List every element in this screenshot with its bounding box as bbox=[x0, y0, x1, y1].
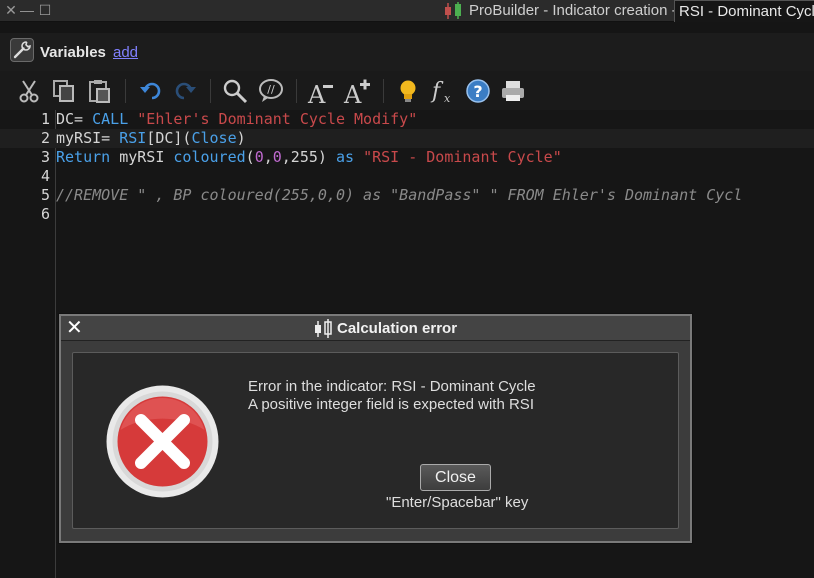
code-token: "Ehler's Dominant Cycle Modify" bbox=[137, 110, 418, 128]
code-line[interactable]: 5 //REMOVE " , BP coloured(255,0,0) as "B… bbox=[0, 186, 814, 205]
line-number: 3 bbox=[40, 148, 50, 166]
code-token: myRSI bbox=[119, 148, 174, 166]
code-token: Close bbox=[191, 129, 237, 147]
dialog-title: Calculation error bbox=[337, 320, 458, 337]
probuilder-candles-icon bbox=[313, 319, 335, 339]
code-line[interactable]: 4 bbox=[0, 167, 814, 186]
toolbar-separator bbox=[296, 79, 297, 103]
error-message-line1: Error in the indicator: RSI - Dominant C… bbox=[248, 378, 536, 395]
code-token: ) bbox=[236, 129, 246, 147]
code-token: CALL bbox=[92, 110, 138, 128]
line-number: 1 bbox=[40, 110, 50, 128]
code-text: //REMOVE " , BP coloured(255,0,0) as "Ba… bbox=[56, 186, 742, 205]
code-token: ,255) bbox=[281, 148, 336, 166]
calculation-error-dialog: ✕ Calculation error Error in the indicat… bbox=[59, 314, 692, 543]
line-number: 5 bbox=[40, 186, 50, 204]
code-token: , bbox=[263, 148, 273, 166]
code-token: ( bbox=[245, 148, 255, 166]
print-icon[interactable] bbox=[499, 77, 527, 105]
redo-icon[interactable] bbox=[171, 77, 199, 105]
variables-panel: Variables add bbox=[0, 33, 814, 71]
toolbar-separator bbox=[210, 79, 211, 103]
window-close-button[interactable]: ✕ bbox=[4, 2, 18, 18]
help-icon[interactable]: ? bbox=[464, 77, 492, 105]
copy-icon[interactable] bbox=[50, 77, 78, 105]
code-token: "RSI - Dominant Cycle" bbox=[363, 148, 562, 166]
editor-toolbar: // A A fx ? bbox=[0, 71, 814, 110]
toolbar-separator bbox=[125, 79, 126, 103]
code-text: myRSI= RSI[DC](Close) bbox=[56, 129, 246, 148]
dialog-close-icon[interactable]: ✕ bbox=[66, 318, 84, 338]
key-hint: "Enter/Spacebar" key bbox=[386, 494, 529, 511]
variables-label: Variables bbox=[40, 44, 106, 61]
svg-text:x: x bbox=[444, 92, 451, 105]
code-text: DC= CALL "Ehler's Dominant Cycle Modify" bbox=[56, 110, 417, 129]
wrench-icon[interactable] bbox=[10, 38, 34, 62]
window-maximize-button[interactable]: ☐ bbox=[38, 2, 52, 18]
code-token: Return bbox=[56, 148, 120, 166]
document-tab-label: RSI - Dominant Cycle bbox=[679, 3, 814, 20]
document-tab[interactable]: RSI - Dominant Cycle bbox=[674, 0, 814, 22]
toolbar-separator bbox=[383, 79, 384, 103]
code-line[interactable]: 2 myRSI= RSI[DC](Close) bbox=[0, 129, 814, 148]
close-button[interactable]: Close bbox=[420, 464, 491, 491]
code-token: coloured bbox=[173, 148, 246, 166]
code-token: 0 bbox=[254, 148, 264, 166]
cut-icon[interactable] bbox=[15, 77, 43, 105]
window-minimize-button[interactable]: — bbox=[20, 2, 34, 18]
svg-text:f: f bbox=[430, 79, 444, 104]
dialog-body: Error in the indicator: RSI - Dominant C… bbox=[72, 352, 679, 529]
function-icon[interactable]: fx bbox=[429, 77, 457, 105]
svg-text:A: A bbox=[343, 81, 362, 105]
lightbulb-icon[interactable] bbox=[394, 77, 422, 105]
decrease-font-icon[interactable]: A bbox=[306, 77, 334, 105]
window-titlebar: ✕ — ☐ ProBuilder - Indicator creation - … bbox=[0, 0, 814, 22]
comment-icon[interactable]: // bbox=[257, 77, 285, 105]
code-line[interactable]: 3 Return myRSI coloured(0,0,255) as "RSI … bbox=[0, 148, 814, 167]
increase-font-icon[interactable]: A bbox=[343, 77, 371, 105]
line-number: 6 bbox=[40, 205, 50, 223]
line-number: 4 bbox=[40, 167, 50, 185]
svg-text:A: A bbox=[307, 81, 326, 105]
code-token: RSI bbox=[119, 129, 147, 147]
code-token: DC= bbox=[56, 110, 93, 128]
add-variable-link[interactable]: add bbox=[113, 44, 138, 61]
code-token: myRSI= bbox=[56, 129, 120, 147]
probuilder-candles-icon bbox=[442, 2, 466, 20]
code-token: //REMOVE " , BP coloured(255,0,0) as "Ba… bbox=[56, 186, 743, 204]
error-icon bbox=[105, 384, 220, 499]
code-line[interactable]: 6 bbox=[0, 205, 814, 224]
code-text: Return myRSI coloured(0,0,255) as "RSI -… bbox=[56, 148, 562, 167]
line-number: 2 bbox=[40, 129, 50, 147]
code-token: [DC]( bbox=[146, 129, 192, 147]
code-token: 0 bbox=[272, 148, 282, 166]
code-token: as bbox=[335, 148, 364, 166]
dialog-titlebar: ✕ Calculation error bbox=[61, 316, 690, 341]
code-line[interactable]: 1 DC= CALL "Ehler's Dominant Cycle Modify… bbox=[0, 110, 814, 129]
paste-icon[interactable] bbox=[85, 77, 113, 105]
undo-icon[interactable] bbox=[137, 77, 165, 105]
search-icon[interactable] bbox=[221, 77, 249, 105]
window-title: ProBuilder - Indicator creation - bbox=[469, 2, 677, 19]
error-message-line2: A positive integer field is expected wit… bbox=[248, 396, 534, 413]
svg-text:?: ? bbox=[473, 82, 482, 101]
svg-text://: // bbox=[267, 83, 275, 96]
